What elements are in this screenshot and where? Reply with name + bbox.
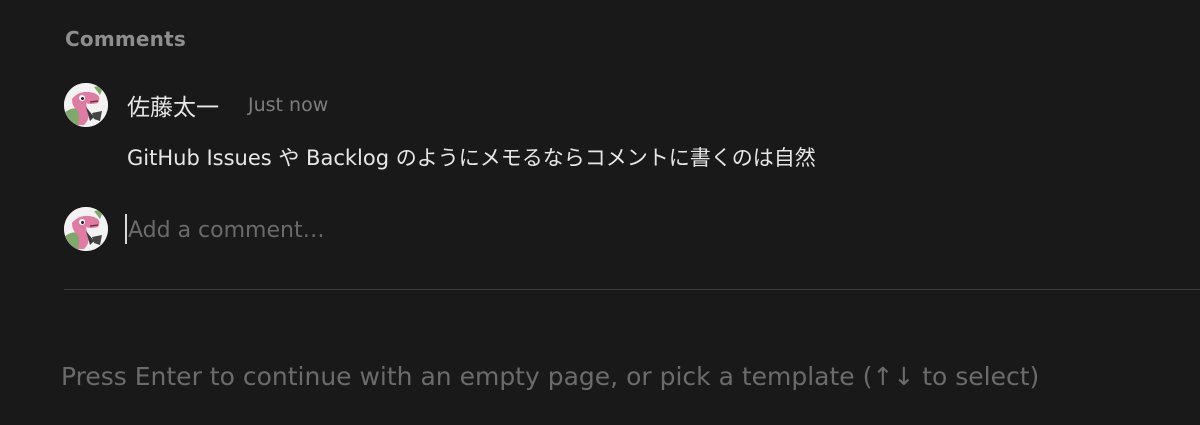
- comment-timestamp[interactable]: Just now: [248, 94, 328, 116]
- dinosaur-avatar-icon: [64, 207, 108, 251]
- empty-page-hint: Press Enter to continue with an empty pa…: [61, 362, 1040, 391]
- comments-heading: Comments: [65, 27, 186, 51]
- dinosaur-avatar-icon[interactable]: [64, 83, 108, 127]
- comment-text: GitHub Issues や Backlog のようにメモるならコメントに書く…: [127, 146, 816, 170]
- comment-input[interactable]: [124, 212, 988, 248]
- divider: [64, 289, 1200, 290]
- comment-author[interactable]: 佐藤太一: [127, 88, 219, 122]
- text-caret: [125, 214, 127, 244]
